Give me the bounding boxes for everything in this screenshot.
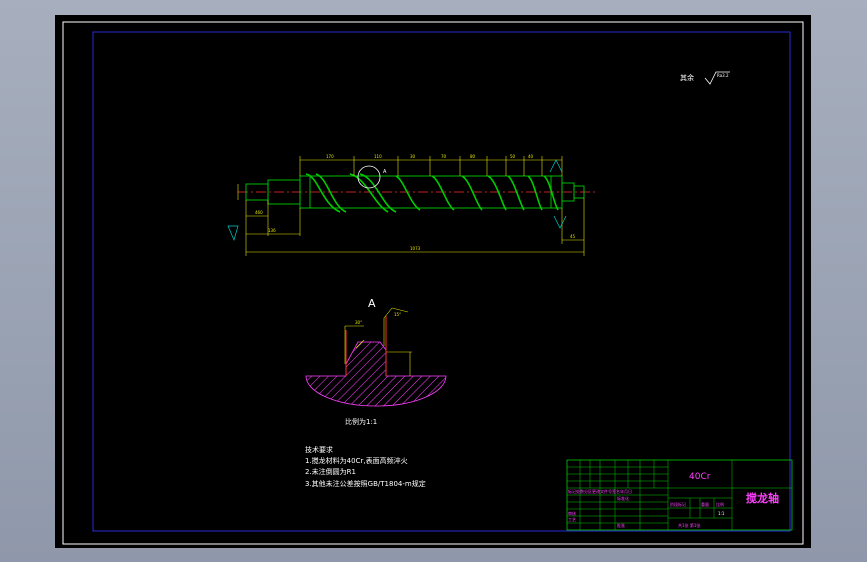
title-approve-label: 批准 [617,522,625,528]
dim-overall: 1073 [410,246,421,251]
tech-item-3: 3.其他未注公差按照GB/T1804-m规定 [305,479,426,488]
roughness-value: Ra3.2 [717,73,729,78]
tech-item-1: 1.搅龙材料为40Cr,表面高频淬火 [305,456,408,465]
title-material: 40Cr [689,472,711,482]
dim-top-2: 110 [374,154,382,159]
dim-right-end: 45 [570,234,576,239]
tech-item-2: 2.未注倒圆为R1 [305,467,356,476]
title-stage-label: 阶段标记 [670,501,686,507]
section-label: A [368,297,376,310]
title-sheet-info: 共1张 第1张 [678,522,700,528]
scale-note: 比例为1:1 [345,417,377,426]
dim-top-6: 50 [510,154,516,159]
surface-note: 其余 [680,73,694,82]
dim-top-5: 80 [470,154,476,159]
title-standard-label: 标准化 [617,495,629,501]
dim-top-3: 30 [410,154,416,159]
angle-right: 15° [394,312,401,317]
title-process-label: 工艺 [568,517,576,522]
drawing-canvas [55,15,811,548]
dim-top-1: 170 [326,154,334,159]
dim-top-4: 70 [441,154,447,159]
tech-heading: 技术要求 [305,445,333,454]
angle-left: 30° [355,320,362,325]
dim-top-7: 40 [528,154,534,159]
cad-drawing-sheet: 其余 Ra3.2 A 170 110 30 70 80 50 40 460 13… [55,15,811,548]
title-scale: 1:1 [718,511,725,516]
dim-left-a: 460 [255,210,263,215]
title-review-label: 审核 [568,510,576,516]
title-part-name: 搅龙轴 [746,491,779,505]
dim-left-b: 136 [268,228,276,233]
title-revision-header: 标记处数分区更改文件号签名年月日 [568,488,632,494]
title-scale-label: 比例 [716,501,724,507]
detail-marker: A [383,169,387,175]
title-weight-label: 重量 [701,501,709,507]
